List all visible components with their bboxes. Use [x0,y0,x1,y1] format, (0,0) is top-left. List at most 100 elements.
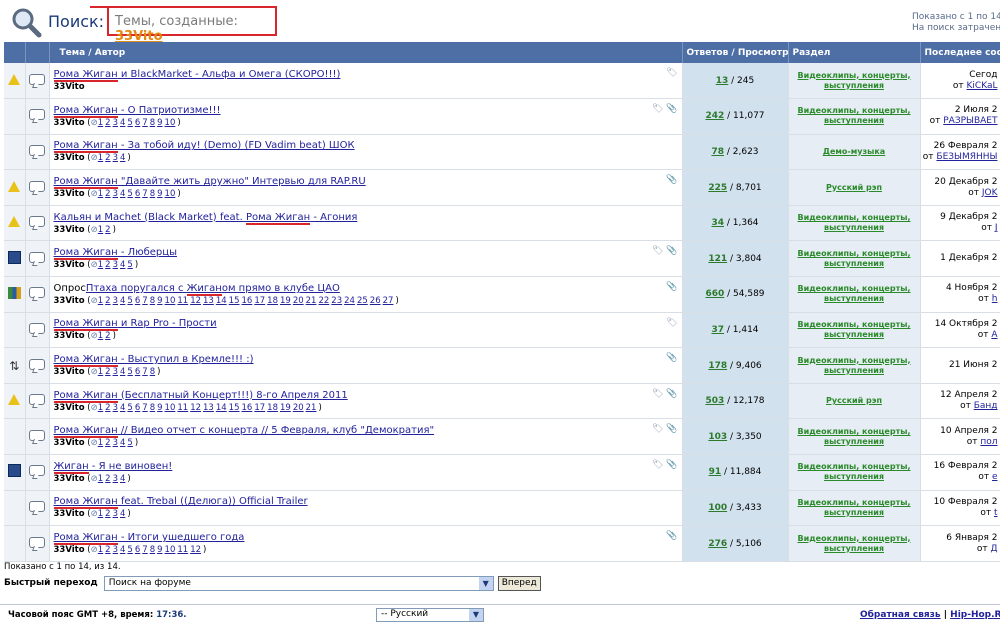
page-link[interactable]: 2 [105,296,110,306]
topic-link[interactable]: Рома Жиган feat. Trebal ((Делюга)) Offic… [54,496,308,507]
page-link[interactable]: 6 [135,296,140,306]
topic-link[interactable]: Рома Жиган // Видео отчет с концерта // … [54,425,435,436]
header-replies[interactable]: Ответов / Просмотров [682,42,789,63]
forum-link[interactable]: Русский рэп [826,183,882,192]
page-link[interactable]: 3 [113,367,118,377]
page-link[interactable]: 4 [120,403,125,413]
last-post-author[interactable]: h [992,294,998,304]
forum-link[interactable]: Видеоклипы, концерты, выступления [797,534,910,553]
page-link[interactable]: 8 [150,403,155,413]
topic-link[interactable]: Птаха поругался с Жиганом прямо в клубе … [86,283,340,294]
replies-link[interactable]: 242 [705,111,724,121]
page-link[interactable]: 20 [293,296,304,306]
forum-link[interactable]: Видеоклипы, концерты, выступления [797,284,910,303]
replies-link[interactable]: 34 [711,218,724,228]
page-link[interactable]: 6 [135,403,140,413]
page-link[interactable]: 16 [242,296,253,306]
header-topic[interactable]: Тема / Автор [49,42,683,63]
page-link[interactable]: 8 [150,545,155,555]
forum-link[interactable]: Видеоклипы, концерты, выступления [797,356,910,375]
page-link[interactable]: 9 [157,545,162,555]
page-link[interactable]: 7 [142,367,147,377]
page-link[interactable]: 2 [105,260,110,270]
page-link[interactable]: 1 [98,260,103,270]
page-link[interactable]: 4 [120,438,125,448]
topic-link[interactable]: Рома Жиган "Давайте жить дружно" Интервь… [54,176,366,187]
page-link[interactable]: 8 [150,367,155,377]
page-link[interactable]: 12 [190,545,201,555]
language-select[interactable]: -- Русский ▼ [376,608,484,622]
chevron-down-icon[interactable]: ▼ [469,609,483,621]
replies-link[interactable]: 660 [705,289,724,299]
page-link[interactable]: 10 [165,545,176,555]
last-post-author[interactable]: e [992,472,998,482]
page-link[interactable]: 3 [113,296,118,306]
page-link[interactable]: 9 [157,403,162,413]
feedback-link[interactable]: Обратная связь [860,610,941,620]
page-link[interactable]: 2 [105,331,110,341]
page-link[interactable]: 10 [165,403,176,413]
page-link[interactable]: 14 [216,403,227,413]
replies-link[interactable]: 121 [708,254,727,264]
page-link[interactable]: 3 [113,438,118,448]
page-link[interactable]: 8 [150,118,155,128]
page-link[interactable]: 1 [98,118,103,128]
page-link[interactable]: 14 [216,296,227,306]
page-link[interactable]: 8 [150,189,155,199]
topic-link[interactable]: Рома Жиган и BlackMarket - Альфа и Омега… [54,69,341,80]
page-link[interactable]: 7 [142,545,147,555]
page-link[interactable]: 11 [177,545,188,555]
page-link[interactable]: 1 [98,403,103,413]
page-link[interactable]: 6 [135,189,140,199]
page-link[interactable]: 4 [120,153,125,163]
header-forum[interactable]: Раздел [788,42,921,63]
replies-link[interactable]: 178 [708,361,727,371]
page-link[interactable]: 1 [98,438,103,448]
replies-link[interactable]: 503 [705,396,724,406]
page-link[interactable]: 26 [370,296,381,306]
page-link[interactable]: 17 [254,403,265,413]
page-link[interactable]: 4 [120,367,125,377]
page-link[interactable]: 12 [190,296,201,306]
page-link[interactable]: 9 [157,118,162,128]
page-link[interactable]: 1 [98,296,103,306]
forum-link[interactable]: Демо-музыка [823,147,885,156]
page-link[interactable]: 2 [105,153,110,163]
page-link[interactable]: 20 [293,403,304,413]
page-link[interactable]: 2 [105,438,110,448]
last-post-author[interactable]: t [994,508,998,518]
page-link[interactable]: 3 [113,189,118,199]
page-link[interactable]: 4 [120,118,125,128]
topic-link[interactable]: Кальян и Machet (Black Market) feat. Ром… [54,212,358,223]
page-link[interactable]: 1 [98,367,103,377]
forum-link[interactable]: Видеоклипы, концерты, выступления [797,320,910,339]
replies-link[interactable]: 100 [708,503,727,513]
page-link[interactable]: 25 [357,296,368,306]
page-link[interactable]: 1 [98,474,103,484]
last-post-author[interactable]: Д [990,544,997,554]
page-link[interactable]: 3 [113,118,118,128]
last-post-author[interactable]: Банд [974,401,998,411]
page-link[interactable]: 4 [120,296,125,306]
page-link[interactable]: 2 [105,545,110,555]
forum-link[interactable]: Видеоклипы, концерты, выступления [797,249,910,268]
last-post-author[interactable]: KiCKaL [967,81,998,91]
page-link[interactable]: 1 [98,153,103,163]
page-link[interactable]: 10 [165,296,176,306]
page-link[interactable]: 4 [120,509,125,519]
page-link[interactable]: 16 [242,403,253,413]
topic-link[interactable]: Рома Жиган и Rap Pro - Прости [54,318,217,329]
forum-link[interactable]: Видеоклипы, концерты, выступления [797,71,910,90]
page-link[interactable]: 19 [280,296,291,306]
page-link[interactable]: 1 [98,509,103,519]
page-link[interactable]: 5 [127,545,132,555]
page-link[interactable]: 9 [157,189,162,199]
page-link[interactable]: 10 [165,189,176,199]
page-link[interactable]: 1 [98,189,103,199]
page-link[interactable]: 5 [127,189,132,199]
page-link[interactable]: 15 [229,403,240,413]
page-link[interactable]: 12 [190,403,201,413]
page-link[interactable]: 4 [120,189,125,199]
page-link[interactable]: 13 [203,296,214,306]
replies-link[interactable]: 91 [709,467,722,477]
